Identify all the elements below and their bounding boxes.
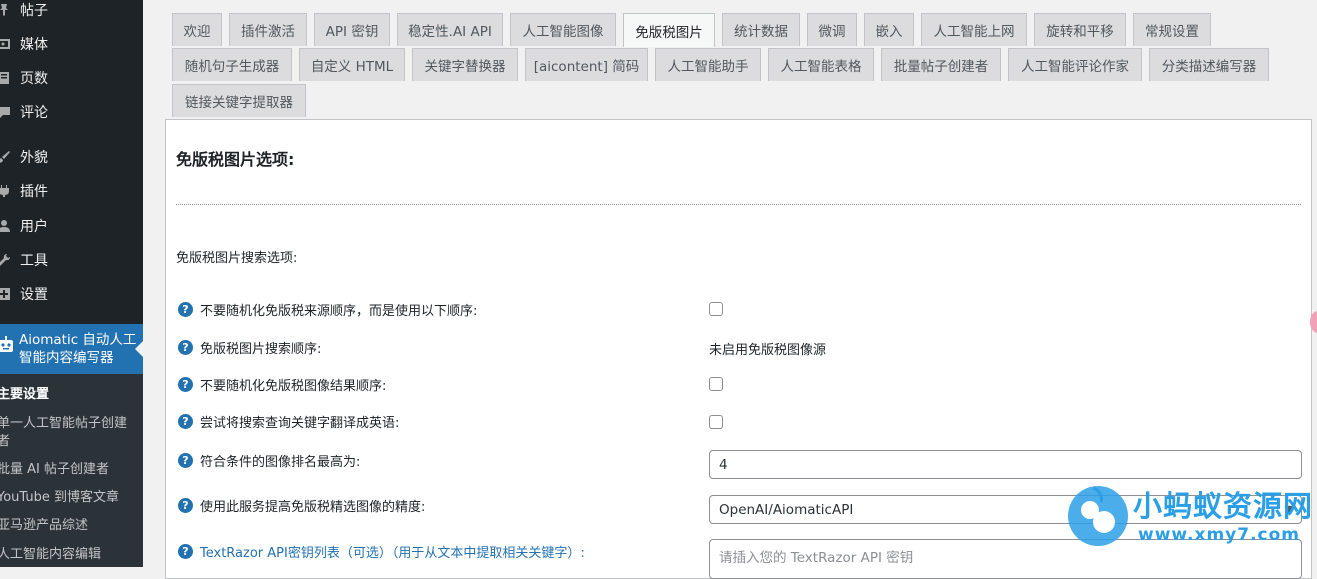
menu-item-aiomatic[interactable]: Aiomatic 自动人工智能内容编写器: [0, 324, 143, 374]
tab-general-settings[interactable]: 常规设置: [1133, 13, 1211, 46]
user-icon: [0, 218, 12, 234]
menu-item-appearance[interactable]: 外貌: [0, 140, 143, 174]
help-icon[interactable]: ?: [178, 376, 193, 392]
option-row: ? 使用此服务提高免版税精选图像的精度:: [178, 495, 425, 515]
submenu-item-bulk-post-creator[interactable]: 批量 AI 帖子创建者: [0, 461, 137, 479]
current-menu-arrow: [135, 341, 143, 357]
menu-item-label: 用户: [20, 219, 48, 235]
tab-keyword-replacer[interactable]: 关键字替换器: [412, 48, 518, 81]
menu-item-label: Aiomatic 自动人工智能内容编写器: [19, 332, 137, 366]
admin-sidebar: 帖子 媒体 页数 评论 外貌 插件 用户 工具 设置 Aiomatic 自动人工…: [0, 0, 143, 567]
option-row: ? 尝试将搜索查询关键字翻译成英语:: [178, 411, 399, 431]
select-value: OpenAI/AiomaticAPI: [719, 501, 854, 518]
help-icon[interactable]: ?: [178, 339, 193, 355]
menu-item-label: 外貌: [20, 150, 48, 166]
option-label: 使用此服务提高免版税精选图像的精度:: [200, 499, 426, 515]
submenu-item-main-settings[interactable]: 主要设置: [0, 386, 137, 404]
submenu-item-content-editor[interactable]: 人工智能内容编辑: [0, 546, 137, 564]
brush-icon: [0, 149, 12, 165]
tab-ai-forms[interactable]: 人工智能表格: [768, 48, 874, 81]
help-icon[interactable]: ?: [178, 413, 193, 429]
panel-title: 免版税图片选项:: [176, 150, 295, 169]
menu-item-label: 媒体: [20, 37, 48, 53]
tab-random-sentence-generator[interactable]: 随机句子生成器: [172, 48, 292, 81]
menu-item-label: 页数: [20, 71, 48, 87]
tab-aicontent-shortcode[interactable]: [aicontent] 简码: [525, 48, 648, 81]
menu-item-posts[interactable]: 帖子: [0, 0, 143, 27]
option-row: ? 不要随机化免版税来源顺序，而是使用以下顺序:: [178, 299, 477, 319]
option-row: ? 符合条件的图像排名最高为:: [178, 450, 360, 470]
plugin-icon: [0, 183, 12, 199]
watermark-url: www.xmy7.com: [1138, 525, 1301, 545]
submenu-item-youtube-to-blog[interactable]: YouTube 到博客文章: [0, 489, 137, 507]
option-row: ? 免版税图片搜索顺序:: [178, 337, 321, 357]
comment-icon: [0, 104, 12, 120]
tab-ai-assistant[interactable]: 人工智能助手: [655, 48, 761, 81]
menu-item-pages[interactable]: 页数: [0, 61, 143, 95]
no-randomize-results-checkbox[interactable]: [709, 377, 723, 391]
tab-ai-images[interactable]: 人工智能图像: [510, 13, 616, 46]
menu-item-label: 工具: [20, 253, 48, 269]
no-randomize-source-checkbox[interactable]: [709, 302, 723, 316]
menu-item-plugins[interactable]: 插件: [0, 174, 143, 208]
tab-royalty-free-images[interactable]: 免版税图片: [623, 13, 715, 47]
option-label: 尝试将搜索查询关键字翻译成英语:: [200, 415, 400, 431]
help-icon[interactable]: ?: [178, 543, 193, 559]
textrazor-link[interactable]: TextRazor API密钥列表（可选）（用于从文本中提取相关关键字）:: [200, 542, 585, 561]
tab-link-keyword-extractor[interactable]: 链接关键字提取器: [172, 84, 306, 117]
menu-item-tools[interactable]: 工具: [0, 243, 143, 277]
robot-icon: [0, 336, 14, 354]
tab-fine-tuning[interactable]: 微调: [807, 13, 857, 46]
watermark-logo-icon: [1068, 486, 1128, 546]
option-label: 免版税图片搜索顺序:: [200, 341, 322, 357]
tab-bulk-post-creator[interactable]: 批量帖子创建者: [881, 48, 1001, 81]
media-icon: [0, 36, 12, 52]
help-icon[interactable]: ?: [178, 301, 193, 317]
option-label: 不要随机化免版税图像结果顺序:: [200, 378, 387, 394]
tab-stability-ai[interactable]: 稳定性.AI API: [397, 13, 503, 46]
tab-category-description-writer[interactable]: 分类描述编写器: [1149, 48, 1269, 81]
wrench-icon: [0, 252, 12, 268]
watermark-title: 小蚂蚁资源网: [1133, 489, 1314, 523]
option-row: ? 不要随机化免版税图像结果顺序:: [178, 374, 386, 394]
translate-keywords-checkbox[interactable]: [709, 415, 723, 429]
tab-spin-translate[interactable]: 旋转和平移: [1034, 13, 1126, 46]
tab-ai-internet[interactable]: 人工智能上网: [921, 13, 1027, 46]
page-icon: [0, 70, 12, 86]
tab-welcome[interactable]: 欢迎: [172, 13, 222, 46]
settings-icon: [0, 286, 12, 302]
tab-api-keys[interactable]: API 密钥: [314, 13, 390, 46]
section-label: 免版税图片搜索选项:: [176, 251, 298, 266]
menu-item-label: 插件: [20, 184, 48, 200]
submenu: 主要设置 单一人工智能帖子创建者 批量 AI 帖子创建者 YouTube 到博客…: [0, 374, 143, 567]
menu-item-label: 评论: [20, 105, 48, 121]
tab-statistics[interactable]: 统计数据: [722, 13, 800, 46]
max-image-rank-input[interactable]: 4: [709, 450, 1302, 479]
watermark: 小蚂蚁资源网 www.xmy7.com: [1063, 478, 1317, 567]
divider: [176, 204, 1301, 205]
tab-embeddings[interactable]: 嵌入: [864, 13, 914, 46]
menu-item-users[interactable]: 用户: [0, 209, 143, 243]
menu-item-settings[interactable]: 设置: [0, 277, 143, 311]
tab-plugin-activation[interactable]: 插件激活: [229, 13, 307, 46]
option-label: 符合条件的图像排名最高为:: [200, 454, 361, 470]
option-row: ? TextRazor API密钥列表（可选）（用于从文本中提取相关关键字）:: [178, 541, 585, 561]
menu-item-media[interactable]: 媒体: [0, 27, 143, 61]
menu-item-label: 设置: [20, 287, 48, 303]
help-icon[interactable]: ?: [178, 452, 193, 468]
help-icon[interactable]: ?: [178, 497, 193, 513]
submenu-item-single-post-creator[interactable]: 单一人工智能帖子创建者: [0, 415, 137, 451]
menu-item-comments[interactable]: 评论: [0, 95, 143, 129]
search-order-value: 未启用免版税图像源: [709, 343, 827, 358]
submenu-item-amazon-review[interactable]: 亚马逊产品综述: [0, 517, 137, 535]
menu-item-label: 帖子: [20, 3, 48, 19]
option-label: 不要随机化免版税来源顺序，而是使用以下顺序:: [200, 303, 478, 319]
pin-icon: [0, 2, 12, 18]
tab-custom-html[interactable]: 自定义 HTML: [299, 48, 405, 81]
tab-ai-comment-writer[interactable]: 人工智能评论作家: [1008, 48, 1142, 81]
